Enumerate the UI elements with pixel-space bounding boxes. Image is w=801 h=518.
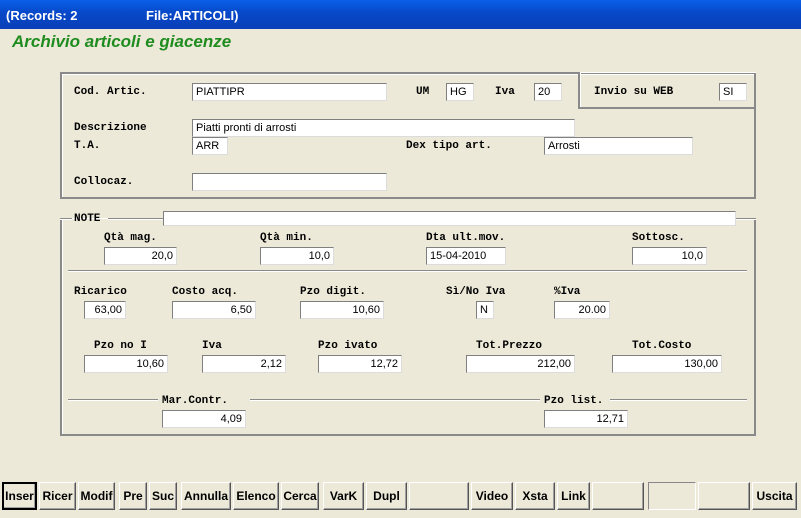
annulla-button[interactable]: Annulla bbox=[181, 482, 231, 510]
note-label: NOTE bbox=[74, 213, 101, 225]
empty-button-1[interactable] bbox=[409, 482, 469, 510]
pzo-no-i-label: Pzo no I bbox=[94, 340, 147, 352]
toolbar: Inser Ricer Modif Pre Suc Annulla Elenco… bbox=[0, 480, 801, 512]
invio-web-label: Invio su WEB bbox=[594, 86, 674, 98]
tot-costo-label: Tot.Costo bbox=[632, 340, 692, 352]
um-label: UM bbox=[416, 86, 430, 98]
dta-ult-mov-field[interactable]: 15-04-2010 bbox=[426, 247, 506, 265]
suc-button[interactable]: Suc bbox=[149, 482, 177, 510]
iva-amount-label: Iva bbox=[202, 340, 222, 352]
iva-label: Iva bbox=[495, 86, 515, 98]
pre-button[interactable]: Pre bbox=[119, 482, 147, 510]
title-bar: (Records: 2 File:ARTICOLI) bbox=[0, 0, 801, 29]
xsta-button[interactable]: Xsta bbox=[515, 482, 555, 510]
empty-button-4[interactable] bbox=[698, 482, 750, 510]
um-field[interactable]: HG bbox=[446, 83, 474, 101]
dex-tipo-field[interactable]: Arrosti bbox=[544, 137, 693, 155]
qta-mag-field[interactable]: 20,0 bbox=[104, 247, 177, 265]
dupl-button[interactable]: Dupl bbox=[366, 482, 407, 510]
collocaz-label: Collocaz. bbox=[74, 176, 134, 188]
records-count: (Records: 2 bbox=[6, 8, 78, 23]
uscita-button[interactable]: Uscita bbox=[752, 482, 797, 510]
dex-tipo-label: Dex tipo art. bbox=[406, 140, 492, 152]
ta-field[interactable]: ARR bbox=[192, 137, 228, 155]
pzo-no-i-field[interactable]: 10,60 bbox=[84, 355, 168, 373]
invio-web-field[interactable]: SI bbox=[719, 83, 747, 101]
ricarico-field[interactable]: 63,00 bbox=[84, 301, 126, 319]
iva-amount-field[interactable]: 2,12 bbox=[202, 355, 286, 373]
ricarico-label: Ricarico bbox=[74, 286, 127, 298]
collocaz-field[interactable] bbox=[192, 173, 387, 191]
costo-acq-field[interactable]: 6,50 bbox=[172, 301, 256, 319]
costo-acq-label: Costo acq. bbox=[172, 286, 239, 298]
mar-contr-right-line bbox=[250, 399, 540, 401]
iva-field[interactable]: 20 bbox=[534, 83, 562, 101]
pzo-list-label: Pzo list. bbox=[544, 395, 604, 407]
si-no-iva-field[interactable]: N bbox=[476, 301, 494, 319]
si-no-iva-label: Sì/No Iva bbox=[446, 286, 506, 298]
note-field[interactable] bbox=[163, 211, 736, 226]
perc-iva-field[interactable]: 20.00 bbox=[554, 301, 610, 319]
empty-button-2[interactable] bbox=[592, 482, 644, 510]
pzo-digit-field[interactable]: 10,60 bbox=[300, 301, 384, 319]
pzo-digit-label: Pzo digit. bbox=[300, 286, 367, 298]
frame-top-mid-line bbox=[108, 218, 164, 220]
dta-ult-mov-label: Dta ult.mov. bbox=[426, 232, 506, 244]
descrizione-label: Descrizione bbox=[74, 122, 147, 134]
qta-mag-label: Qtà mag. bbox=[104, 232, 157, 244]
sottosc-field[interactable]: 10,0 bbox=[632, 247, 707, 265]
file-name: File:ARTICOLI) bbox=[146, 8, 239, 23]
ricer-button[interactable]: Ricer bbox=[39, 482, 76, 510]
mar-contr-left-line bbox=[68, 399, 158, 401]
page-title: Archivio articoli e giacenze bbox=[12, 32, 232, 51]
inser-button[interactable]: Inser bbox=[2, 482, 37, 510]
cerca-button[interactable]: Cerca bbox=[281, 482, 319, 510]
qta-min-field[interactable]: 10,0 bbox=[260, 247, 334, 265]
frame-top-left-line bbox=[60, 218, 72, 220]
link-button[interactable]: Link bbox=[557, 482, 590, 510]
cod-artic-field[interactable]: PIATTIPR bbox=[192, 83, 387, 101]
video-button[interactable]: Video bbox=[471, 482, 513, 510]
sottosc-label: Sottosc. bbox=[632, 232, 685, 244]
divider-line bbox=[68, 270, 747, 272]
perc-iva-label: %Iva bbox=[554, 286, 581, 298]
tot-costo-field[interactable]: 130,00 bbox=[612, 355, 722, 373]
descrizione-field[interactable]: Piatti pronti di arrosti bbox=[192, 119, 575, 137]
pzo-ivato-label: Pzo ivato bbox=[318, 340, 378, 352]
modif-button[interactable]: Modif bbox=[78, 482, 115, 510]
ta-label: T.A. bbox=[74, 140, 101, 152]
mar-contr-field[interactable]: 4,09 bbox=[162, 410, 246, 428]
frame-top-right-line bbox=[735, 218, 756, 220]
empty-button-3[interactable] bbox=[648, 482, 696, 510]
cod-artic-label: Cod. Artic. bbox=[74, 86, 147, 98]
mar-contr-label: Mar.Contr. bbox=[162, 395, 229, 407]
pzo-list-right-line bbox=[610, 399, 747, 401]
qta-min-label: Qtà min. bbox=[260, 232, 313, 244]
pzo-list-field[interactable]: 12,71 bbox=[544, 410, 628, 428]
tot-prezzo-label: Tot.Prezzo bbox=[476, 340, 543, 352]
vark-button[interactable]: VarK bbox=[323, 482, 364, 510]
tot-prezzo-field[interactable]: 212,00 bbox=[466, 355, 575, 373]
pzo-ivato-field[interactable]: 12,72 bbox=[318, 355, 402, 373]
elenco-button[interactable]: Elenco bbox=[233, 482, 279, 510]
